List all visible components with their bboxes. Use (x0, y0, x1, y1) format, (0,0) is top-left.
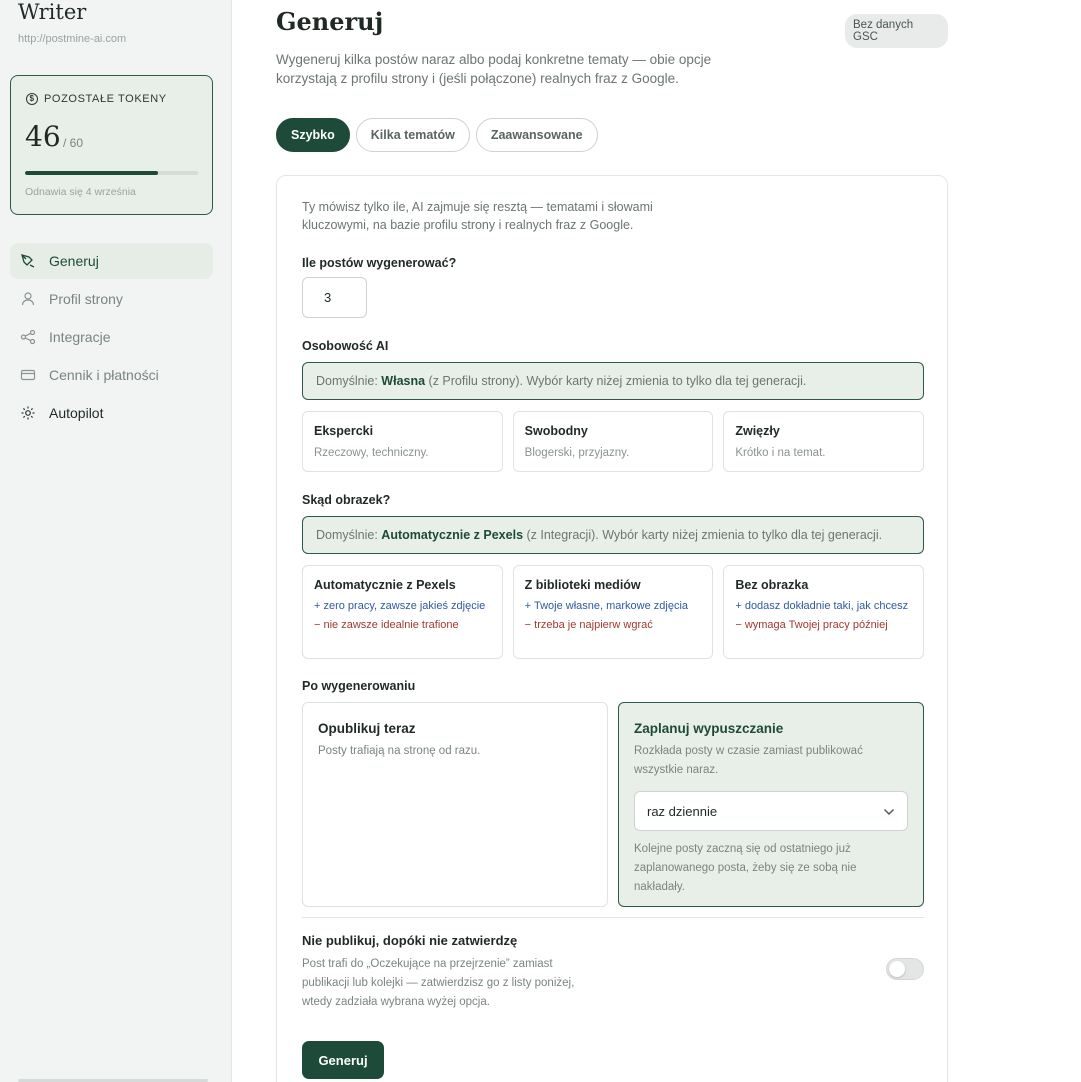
divider (302, 917, 924, 918)
default-value: Automatycznie z Pexels (381, 528, 524, 542)
image-option-none[interactable]: Bez obrazka + dodasz dokładnie taki, jak… (723, 565, 925, 659)
option-pro: + Twoje własne, markowe zdjęcia (524, 600, 689, 612)
tab-kilka-tematow[interactable]: Kilka tematów (355, 118, 470, 152)
option-pro: + dodasz dokładnie taki, jak chcesz (735, 600, 909, 612)
default-prefix: Domyślnie: (316, 374, 382, 388)
sidebar-item-integracje[interactable]: Integracje (10, 319, 213, 355)
form-intro: Ty mówisz tylko ile, AI zajmuje się resz… (302, 200, 653, 232)
option-title: Ekspercki (314, 424, 374, 438)
option-con: − trzeba je najpierw wgrać (524, 619, 653, 631)
tab-zaawansowane[interactable]: Zaawansowane (475, 118, 598, 152)
option-description: Rozkłada posty w czasie zamiast publikow… (634, 745, 863, 776)
sidebar-item-label: Integracje (49, 329, 111, 345)
approve-toggle[interactable] (886, 958, 924, 980)
pen-icon (20, 253, 36, 269)
tokens-progress-fill (25, 171, 159, 175)
approve-description: Post trafi do „Oczekujące na przejrzenie… (302, 958, 575, 1008)
default-value: Własna (381, 374, 426, 388)
image-option-pexels[interactable]: Automatycznie z Pexels + zero pracy, zaw… (302, 565, 503, 659)
toggle-knob (889, 961, 905, 977)
personality-options: Ekspercki Rzeczowy, techniczny. Swobodny… (302, 411, 925, 472)
after-generation-label: Po wygenerowaniu (302, 679, 416, 693)
publish-now-option[interactable]: Opublikuj teraz Posty trafiają na stronę… (302, 702, 608, 907)
image-default-info: Domyślnie: Automatycznie z Pexels (z Int… (302, 516, 924, 554)
personality-label: Osobowość AI (302, 339, 389, 353)
tab-szybko[interactable]: Szybko (276, 118, 350, 152)
default-prefix: Domyślnie: (316, 528, 382, 542)
sidebar-item-autopilot[interactable]: Autopilot (10, 395, 213, 431)
option-description: Posty trafiają na stronę od razu. (318, 745, 481, 757)
post-count-input[interactable]: 3 (302, 277, 367, 318)
personality-option-ekspercki[interactable]: Ekspercki Rzeczowy, techniczny. (302, 411, 503, 472)
sidebar-item-generuj[interactable]: Generuj (10, 243, 213, 279)
option-title: Swobodny (524, 424, 588, 438)
tokens-value: 46 (25, 120, 61, 153)
schedule-frequency-select[interactable]: raz dziennie (634, 791, 908, 831)
tokens-card: $ POZOSTAŁE TOKENY 46 / 60 Odnawia się 4… (10, 75, 213, 215)
page-description: Wygeneruj kilka postów naraz albo podaj … (276, 52, 712, 86)
option-title: Zwięzły (735, 424, 780, 438)
mode-tabs: Szybko Kilka tematów Zaawansowane (276, 118, 598, 152)
option-title: Zaplanuj wypuszczanie (634, 721, 784, 736)
sidebar-item-profil-strony[interactable]: Profil strony (10, 281, 213, 317)
gear-icon (20, 405, 36, 421)
image-options: Automatycznie z Pexels + zero pracy, zaw… (302, 565, 925, 659)
tokens-header: $ POZOSTAŁE TOKENY (26, 93, 167, 105)
sidebar-item-label: Autopilot (49, 405, 104, 421)
tokens-label: POZOSTAŁE TOKENY (44, 93, 167, 105)
tokens-renew-date: Odnawia się 4 września (25, 186, 136, 198)
option-title: Z biblioteki mediów (524, 578, 641, 592)
tokens-progress-bar (25, 171, 198, 175)
share-icon (20, 329, 36, 345)
site-url[interactable]: http://postmine-ai.com (18, 33, 126, 45)
sidebar-item-label: Cennik i płatności (49, 367, 159, 383)
sidebar-item-label: Generuj (49, 253, 99, 269)
generate-button[interactable]: Generuj (302, 1041, 384, 1079)
page-title: Generuj (276, 7, 384, 36)
sidebar: Writer http://postmine-ai.com $ POZOSTAŁ… (0, 0, 232, 1082)
option-title: Automatycznie z Pexels (314, 578, 456, 592)
sidebar-item-cennik[interactable]: Cennik i płatności (10, 357, 213, 393)
sidebar-nav: Generuj Profil strony Integracje Cennik … (10, 243, 213, 433)
option-title: Opublikuj teraz (318, 721, 416, 736)
option-title: Bez obrazka (735, 578, 809, 592)
coin-icon: $ (26, 93, 38, 105)
personality-option-zwiezly[interactable]: Zwięzły Krótko i na temat. (723, 411, 925, 472)
option-subtitle: Krótko i na temat. (735, 447, 826, 459)
chevron-down-icon (883, 804, 895, 819)
default-suffix: (z Integracji). Wybór karty niżej zmieni… (523, 528, 883, 542)
image-source-label: Skąd obrazek? (302, 493, 391, 507)
personality-default-info: Domyślnie: Własna (z Profilu strony). Wy… (302, 362, 924, 400)
publish-options: Opublikuj teraz Posty trafiają na stronę… (302, 702, 924, 907)
schedule-option[interactable]: Zaplanuj wypuszczanie Rozkłada posty w c… (618, 702, 924, 907)
user-icon (20, 291, 36, 307)
option-subtitle: Rzeczowy, techniczny. (314, 447, 429, 459)
schedule-note: Kolejne posty zaczną się od ostatniego j… (634, 843, 857, 893)
generate-form-card: Ty mówisz tylko ile, AI zajmuje się resz… (276, 175, 948, 1082)
option-con: − nie zawsze idealnie trafione (314, 619, 459, 631)
select-value: raz dziennie (647, 803, 718, 819)
personality-option-swobodny[interactable]: Swobodny Blogerski, przyjazny. (512, 411, 714, 472)
image-option-media-library[interactable]: Z biblioteki mediów + Twoje własne, mark… (512, 565, 714, 659)
option-subtitle: Blogerski, przyjazny. (524, 447, 630, 459)
option-pro: + zero pracy, zawsze jakieś zdjęcie (314, 600, 486, 612)
gsc-status-badge: Bez danych GSC (845, 14, 948, 48)
sidebar-item-label: Profil strony (49, 291, 123, 307)
card-icon (20, 367, 36, 383)
option-con: − wymaga Twojej pracy później (735, 619, 888, 631)
default-suffix: (z Profilu strony). Wybór karty niżej zm… (425, 374, 807, 388)
tokens-max: / 60 (63, 136, 84, 150)
post-count-label: Ile postów wygenerować? (302, 256, 457, 270)
app-title: Writer (18, 0, 87, 24)
approve-title: Nie publikuj, dopóki nie zatwierdzę (302, 933, 518, 948)
